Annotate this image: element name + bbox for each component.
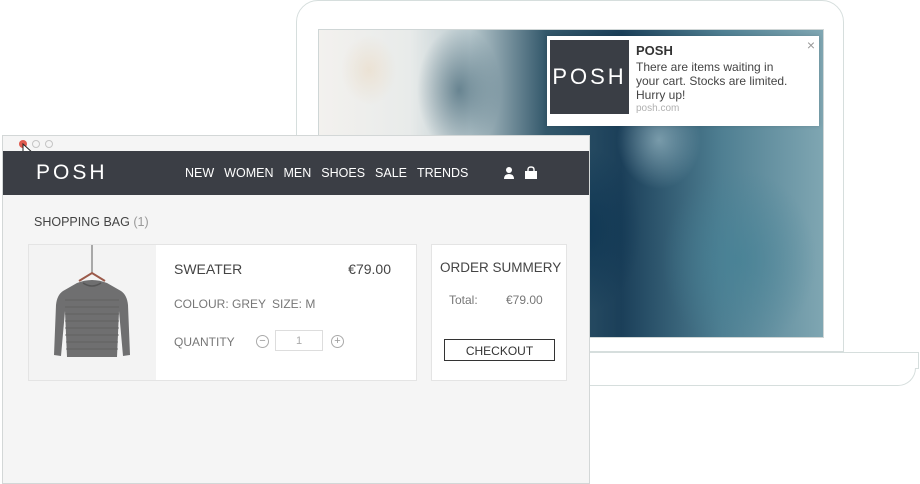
menu-item-shoes[interactable]: SHOES [321,166,365,180]
main-menu: NEW WOMEN MEN SHOES SALE TRENDS [185,166,478,180]
quantity-decrease-button[interactable]: − [256,335,269,348]
brand-logo[interactable]: POSH [36,161,108,185]
laptop-base [586,352,919,369]
menu-item-new[interactable]: NEW [185,166,214,180]
total-value: €79.00 [506,293,543,307]
notification-title: POSH [636,43,673,58]
laptop-foot [586,368,916,386]
sweater-illustration [54,245,130,357]
notification-domain: posh.com [636,103,680,114]
sweater-image[interactable] [29,245,156,380]
cart-item: SWEATER €79.00 COLOUR: GREY SIZE: M QUAN… [28,244,417,381]
window-maximize-button[interactable] [45,140,53,148]
item-name: SWEATER [174,261,243,277]
order-summary: ORDER SUMMERY Total: €79.00 CHECKOUT [431,244,567,381]
menu-item-women[interactable]: WOMEN [224,166,273,180]
browser-window: POSH NEW WOMEN MEN SHOES SALE TRENDS SHO… [2,135,590,484]
shopping-bag-heading: SHOPPING BAG (1) [34,215,149,229]
order-summary-title: ORDER SUMMERY [440,260,562,275]
user-icon[interactable] [502,166,516,180]
menu-item-men[interactable]: MEN [283,166,311,180]
notification-message: There are items waiting in your cart. St… [636,60,788,102]
window-titlebar [3,136,589,151]
item-colour: COLOUR: GREY [174,297,267,311]
menu-item-trends[interactable]: TRENDS [417,166,468,180]
site-navbar: POSH NEW WOMEN MEN SHOES SALE TRENDS [3,151,589,195]
close-icon[interactable]: × [807,37,815,53]
menu-item-sale[interactable]: SALE [375,166,407,180]
quantity-input[interactable] [275,330,323,351]
notification-logo: POSH [550,40,629,114]
total-label: Total: [449,293,478,307]
push-notification[interactable]: POSH POSH There are items waiting in you… [547,36,819,126]
shopping-bag-count: (1) [133,215,149,229]
checkout-button[interactable]: CHECKOUT [444,339,555,361]
shopping-bag-icon[interactable] [524,166,538,180]
quantity-increase-button[interactable]: + [331,335,344,348]
shopping-bag-title: SHOPPING BAG [34,215,130,229]
quantity-label: QUANTITY [174,335,235,349]
item-price: €79.00 [348,261,391,277]
item-size: SIZE: M [272,297,316,311]
